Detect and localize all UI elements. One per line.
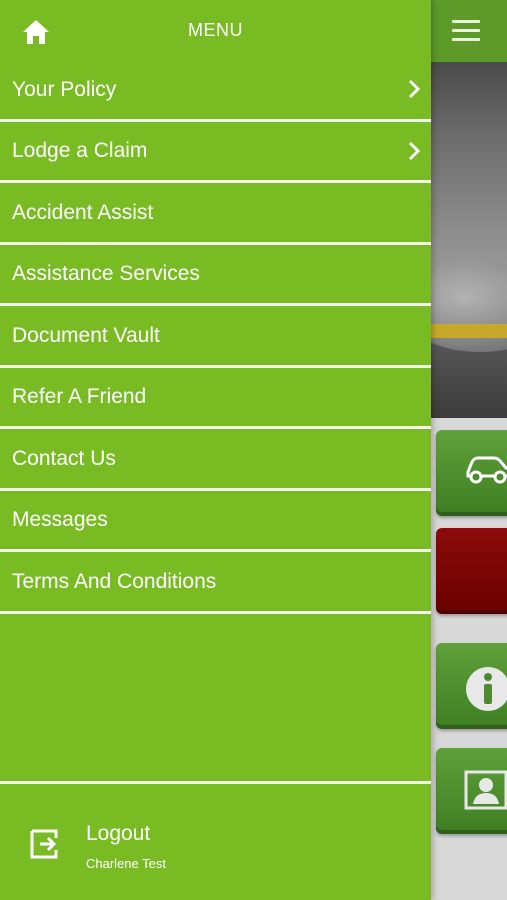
menu-item-label: Document Vault [12,323,160,347]
car-tile[interactable] [436,430,507,516]
menu-item-label: Contact Us [12,446,116,470]
menu-item-messages[interactable]: Messages [0,491,431,552]
logout-button[interactable]: Logout [86,822,150,846]
drawer-header: MENU [0,0,431,60]
menu-item-label: Messages [12,508,108,532]
menu-item-label: Your Policy [12,77,117,101]
menu-item-label: Lodge a Claim [12,139,148,163]
menu-title: MENU [188,20,243,40]
profile-icon [464,770,507,810]
menu-item-refer-a-friend[interactable]: Refer A Friend [0,368,431,429]
menu-item-label: Terms And Conditions [12,569,217,593]
menu-item-label: Accident Assist [12,200,154,224]
menu-item-label: Assistance Services [12,262,200,286]
menu-item-contact-us[interactable]: Contact Us [0,429,431,491]
menu-item-accident-assist[interactable]: Accident Assist [0,183,431,245]
car-icon [466,456,507,484]
user-name: Charlene Test [86,856,166,871]
info-tile[interactable] [436,643,507,729]
tile-grid [430,418,507,900]
hamburger-icon[interactable] [452,20,480,42]
side-drawer: MENU Your Policy Lodge a Claim Accident … [0,0,431,900]
menu-list: Your Policy Lodge a Claim Accident Assis… [0,60,431,614]
menu-item-label: Refer A Friend [12,385,147,409]
menu-item-terms-and-conditions[interactable]: Terms And Conditions [0,552,431,614]
profile-tile[interactable] [436,748,507,834]
menu-item-assistance-services[interactable]: Assistance Services [0,245,431,306]
logout-section: Logout Charlene Test [0,781,431,900]
logout-icon[interactable] [28,827,62,861]
hero-image [430,62,507,418]
menu-item-document-vault[interactable]: Document Vault [0,306,431,368]
menu-item-your-policy[interactable]: Your Policy [0,60,431,122]
chevron-right-icon [408,80,421,99]
menu-item-lodge-a-claim[interactable]: Lodge a Claim [0,122,431,183]
info-icon [466,667,507,711]
chevron-right-icon [408,141,421,160]
red-tile[interactable] [436,528,507,614]
